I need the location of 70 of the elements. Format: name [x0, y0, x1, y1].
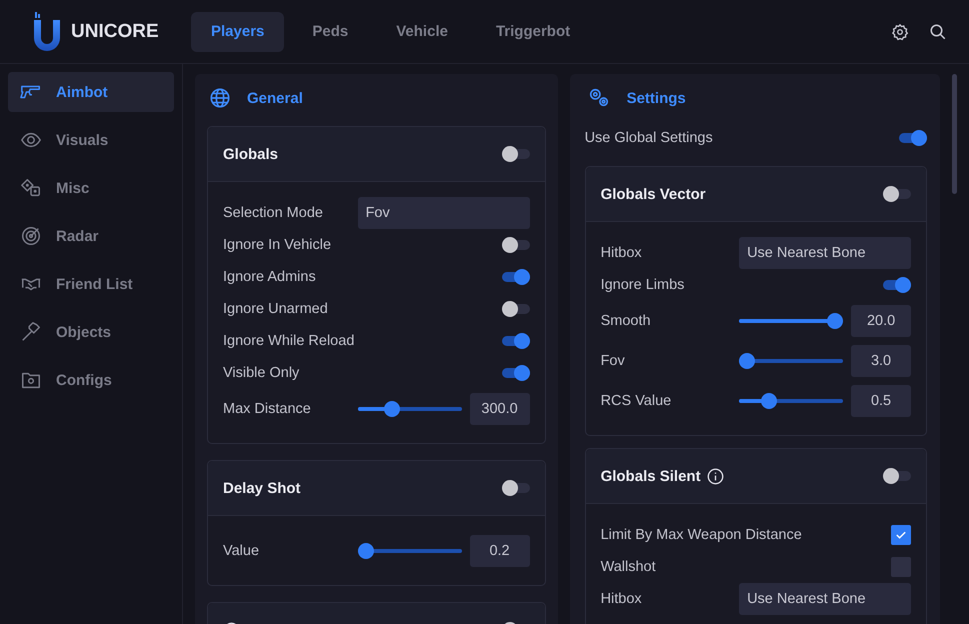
toggle-switch[interactable]	[502, 480, 530, 496]
sidebar-item[interactable]: Misc	[8, 168, 174, 208]
section-title: General	[247, 90, 303, 106]
card-title: Globals Vector	[600, 186, 706, 202]
toggle-switch[interactable]	[883, 186, 912, 202]
toggle-switch[interactable]	[502, 146, 530, 162]
hammer-icon	[20, 321, 42, 343]
nav-tab[interactable]: Players	[191, 12, 284, 52]
card-title: Globals Silent	[600, 468, 701, 484]
card-title: Delay Shot	[223, 480, 301, 496]
value-field[interactable]: 0.2	[470, 535, 530, 567]
value-field[interactable]: 20.0	[851, 305, 912, 337]
setting-label: Ignore Limbs	[600, 277, 684, 293]
setting-label: Ignore While Reload	[223, 333, 354, 349]
select-field[interactable]: Use Nearest Bone	[739, 237, 912, 269]
checkbox[interactable]	[891, 525, 912, 545]
slider-handle[interactable]	[761, 393, 778, 409]
sidebar-item[interactable]: Aimbot	[8, 72, 174, 112]
value-field[interactable]: 300.0	[470, 393, 530, 425]
toggle-switch[interactable]	[502, 365, 530, 381]
target-icon	[20, 225, 42, 247]
setting-label: Selection Mode	[223, 205, 323, 221]
search-icon[interactable]	[929, 22, 947, 40]
setting-label: Value	[223, 543, 260, 559]
setting-label: Smooth	[600, 313, 651, 329]
nav-tab[interactable]: Peds	[292, 12, 368, 52]
nav-tab[interactable]: Triggerbot	[476, 12, 590, 52]
setting-label: Hitbox	[600, 245, 642, 261]
sidebar-item[interactable]: Objects	[8, 312, 174, 352]
settings-icon[interactable]	[891, 22, 909, 40]
setting-label: Ignore Unarmed	[223, 301, 328, 317]
section-title: Settings	[626, 90, 686, 106]
toggle-switch[interactable]	[502, 269, 530, 285]
setting-label: Ignore Admins	[223, 269, 316, 285]
select-field[interactable]: Fov	[358, 197, 530, 229]
value-field[interactable]: 3.0	[851, 345, 912, 377]
toggle-switch[interactable]	[883, 468, 912, 484]
slider-handle[interactable]	[384, 401, 400, 417]
sidebar-item[interactable]: Configs	[8, 360, 174, 400]
card-title: Globals	[223, 146, 278, 162]
checkbox[interactable]	[891, 557, 912, 577]
globe-icon	[209, 87, 231, 109]
slider-handle[interactable]	[358, 543, 374, 559]
toggle-switch[interactable]	[899, 130, 928, 146]
value-field[interactable]: 0.5	[851, 385, 912, 417]
setting-label: Ignore In Vehicle	[223, 237, 332, 253]
toggle-switch[interactable]	[502, 237, 530, 253]
setting-label: Use Global Settings	[584, 130, 713, 146]
setting-label: RCS Value	[600, 393, 672, 409]
info-icon[interactable]	[706, 468, 724, 484]
logo-icon	[33, 12, 61, 52]
slider-handle[interactable]	[826, 313, 843, 329]
brand-name: UNICORE	[71, 20, 159, 42]
nav-tab[interactable]: Vehicle	[376, 12, 468, 52]
toggle-switch[interactable]	[502, 333, 530, 349]
toggle-switch[interactable]	[883, 277, 912, 293]
sidebar-item[interactable]: Radar	[8, 216, 174, 256]
setting-label: Wallshot	[600, 559, 656, 575]
setting-label: Limit By Max Weapon Distance	[600, 527, 802, 543]
dice-icon	[20, 177, 42, 199]
sidebar-item[interactable]: Friend List	[8, 264, 174, 304]
slider-handle[interactable]	[739, 353, 756, 369]
setting-label: Fov	[600, 353, 625, 369]
setting-label: Max Distance	[223, 401, 311, 417]
scrollbar[interactable]	[952, 74, 957, 194]
select-field[interactable]: Use Nearest Bone	[739, 583, 912, 615]
sidebar-item[interactable]: Visuals	[8, 120, 174, 160]
toggle-switch[interactable]	[502, 301, 530, 317]
setting-label: Visible Only	[223, 365, 300, 381]
setting-label: Hitbox	[600, 591, 642, 607]
